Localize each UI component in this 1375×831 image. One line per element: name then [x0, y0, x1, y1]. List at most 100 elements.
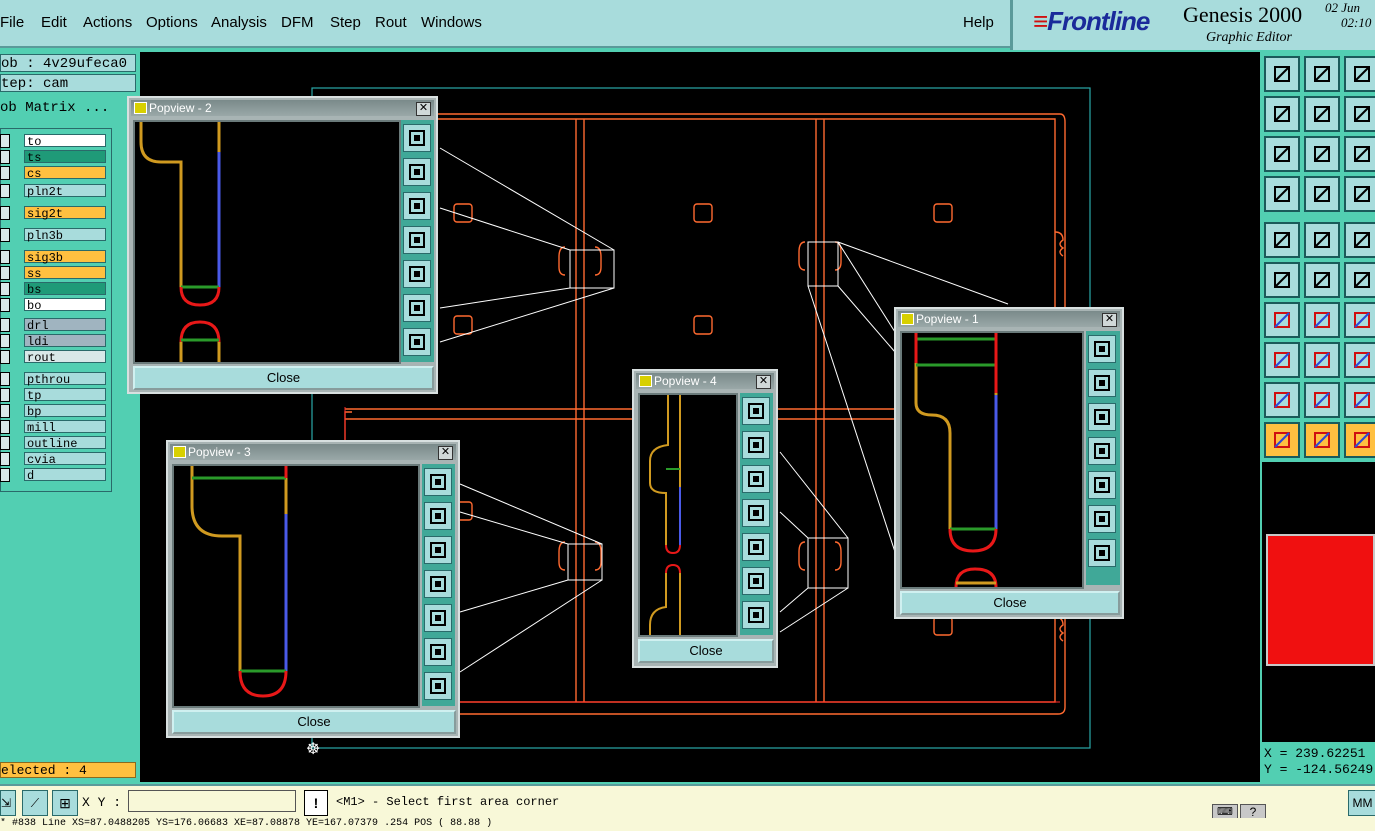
view-tool-button[interactable]: [424, 604, 452, 632]
menu-windows[interactable]: Windows: [421, 14, 482, 31]
menu-step[interactable]: Step: [330, 14, 361, 31]
tool-button[interactable]: [1304, 422, 1340, 458]
popview-3-view[interactable]: [172, 464, 420, 708]
layer-checkbox[interactable]: [0, 388, 10, 402]
view-tool-button[interactable]: [403, 158, 431, 186]
layer-row[interactable]: drl: [0, 318, 110, 333]
layer-checkbox[interactable]: [0, 166, 10, 180]
tool-button[interactable]: [1304, 56, 1340, 92]
layer-checkbox[interactable]: [0, 334, 10, 348]
layer-row[interactable]: pln3b: [0, 228, 110, 243]
view-tool-button[interactable]: [403, 328, 431, 356]
menu-analysis[interactable]: Analysis: [211, 14, 267, 31]
overview-map[interactable]: [1262, 462, 1375, 742]
layer-checkbox[interactable]: [0, 184, 10, 198]
layer-checkbox[interactable]: [0, 134, 10, 148]
close-icon[interactable]: ✕: [416, 102, 431, 116]
tool-button[interactable]: [1264, 302, 1300, 338]
close-icon[interactable]: ✕: [1102, 313, 1117, 327]
tool-button[interactable]: [1264, 382, 1300, 418]
view-tool-button[interactable]: [742, 431, 770, 459]
tool-button[interactable]: [1264, 262, 1300, 298]
popview-2-close-button[interactable]: Close: [133, 366, 434, 390]
view-tool-button[interactable]: [403, 260, 431, 288]
tool-button[interactable]: [1304, 342, 1340, 378]
tool-button[interactable]: [1304, 382, 1340, 418]
snap-icon[interactable]: ⇲: [0, 790, 16, 816]
tool-button[interactable]: [1344, 422, 1375, 458]
view-tool-button[interactable]: [742, 601, 770, 629]
view-tool-button[interactable]: [403, 124, 431, 152]
tool-button[interactable]: [1264, 136, 1300, 172]
layer-checkbox[interactable]: [0, 420, 10, 434]
view-tool-button[interactable]: [742, 397, 770, 425]
view-tool-button[interactable]: [742, 465, 770, 493]
tool-button[interactable]: [1264, 222, 1300, 258]
measure-icon[interactable]: ⟋: [22, 790, 48, 816]
layer-row[interactable]: pthrou: [0, 372, 110, 387]
alert-icon[interactable]: !: [304, 790, 328, 816]
popview-3-close-button[interactable]: Close: [172, 710, 456, 734]
layer-checkbox[interactable]: [0, 150, 10, 164]
view-tool-button[interactable]: [1088, 369, 1116, 397]
view-tool-button[interactable]: [424, 570, 452, 598]
tool-button[interactable]: [1344, 342, 1375, 378]
tool-button[interactable]: [1264, 96, 1300, 132]
view-tool-button[interactable]: [742, 499, 770, 527]
layer-row[interactable]: ts: [0, 150, 110, 165]
popview-1-close-button[interactable]: Close: [900, 591, 1120, 615]
tool-button[interactable]: [1304, 136, 1340, 172]
tool-button[interactable]: [1344, 136, 1375, 172]
layer-row[interactable]: bs: [0, 282, 110, 297]
close-icon[interactable]: ✕: [756, 375, 771, 389]
tool-button[interactable]: [1344, 176, 1375, 212]
view-tool-button[interactable]: [424, 536, 452, 564]
layer-row[interactable]: bo: [0, 298, 110, 313]
view-tool-button[interactable]: [1088, 471, 1116, 499]
tool-button[interactable]: [1344, 382, 1375, 418]
view-tool-button[interactable]: [403, 192, 431, 220]
tool-button[interactable]: [1344, 222, 1375, 258]
menu-file[interactable]: File: [0, 14, 24, 31]
tool-button[interactable]: [1264, 422, 1300, 458]
layer-checkbox[interactable]: [0, 350, 10, 364]
layer-row[interactable]: bp: [0, 404, 110, 419]
tool-button[interactable]: [1264, 56, 1300, 92]
tool-button[interactable]: [1264, 342, 1300, 378]
layer-checkbox[interactable]: [0, 436, 10, 450]
menu-actions[interactable]: Actions: [83, 14, 132, 31]
menu-help[interactable]: Help: [963, 14, 994, 31]
layer-checkbox[interactable]: [0, 468, 10, 482]
view-tool-button[interactable]: [403, 294, 431, 322]
layer-row[interactable]: mill: [0, 420, 110, 435]
popview-4-close-button[interactable]: Close: [638, 639, 774, 663]
tool-button[interactable]: [1344, 262, 1375, 298]
menu-edit[interactable]: Edit: [41, 14, 67, 31]
view-tool-button[interactable]: [742, 533, 770, 561]
view-tool-button[interactable]: [1088, 505, 1116, 533]
layer-checkbox[interactable]: [0, 298, 10, 312]
view-tool-button[interactable]: [742, 567, 770, 595]
tool-button[interactable]: [1304, 262, 1340, 298]
layer-row[interactable]: sig2t: [0, 206, 110, 221]
menu-options[interactable]: Options: [146, 14, 198, 31]
popview-4-view[interactable]: [638, 393, 738, 637]
tool-button[interactable]: [1304, 222, 1340, 258]
layer-checkbox[interactable]: [0, 452, 10, 466]
close-icon[interactable]: ✕: [438, 446, 453, 460]
layer-row[interactable]: sig3b: [0, 250, 110, 265]
layer-checkbox[interactable]: [0, 372, 10, 386]
layer-row[interactable]: ss: [0, 266, 110, 281]
layer-row[interactable]: cs: [0, 166, 110, 181]
tool-button[interactable]: [1344, 302, 1375, 338]
layer-checkbox[interactable]: [0, 282, 10, 296]
units-button[interactable]: MM: [1348, 790, 1375, 816]
layer-row[interactable]: rout: [0, 350, 110, 365]
menu-rout[interactable]: Rout: [375, 14, 407, 31]
tool-button[interactable]: [1304, 176, 1340, 212]
view-tool-button[interactable]: [424, 502, 452, 530]
layer-checkbox[interactable]: [0, 266, 10, 280]
layer-row[interactable]: cvia: [0, 452, 110, 467]
popview-1-view[interactable]: [900, 331, 1084, 589]
layer-checkbox[interactable]: [0, 250, 10, 264]
